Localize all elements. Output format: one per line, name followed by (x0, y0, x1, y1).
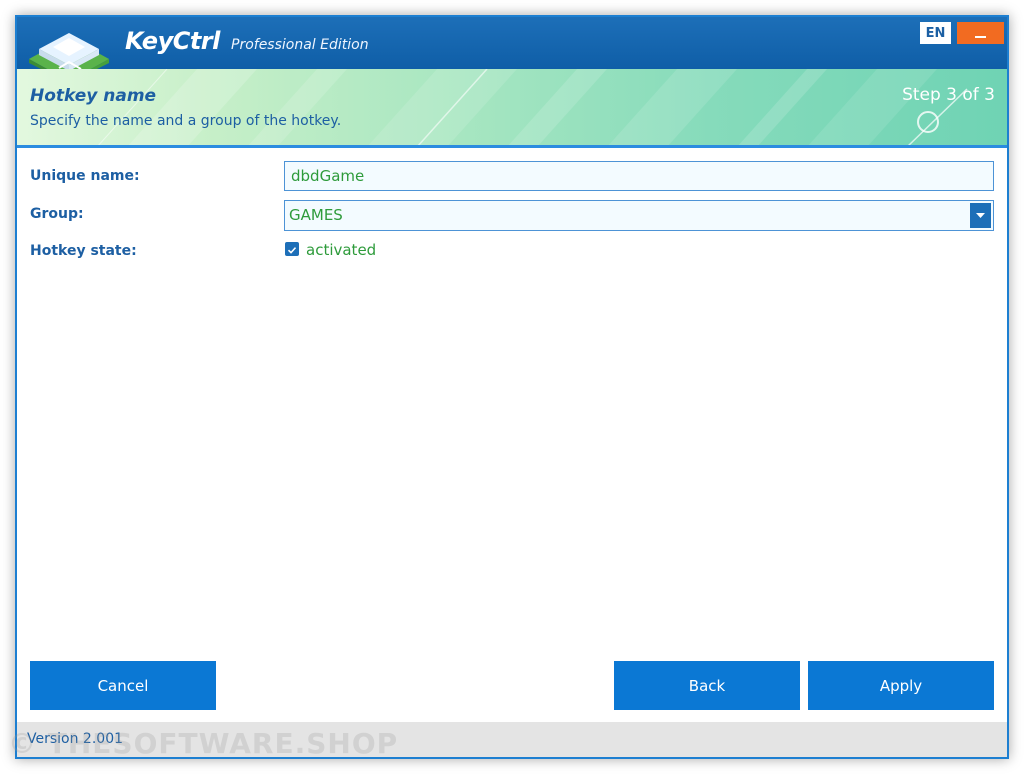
group-select[interactable]: GAMES (284, 200, 994, 231)
step-description: Specify the name and a group of the hotk… (30, 113, 342, 129)
unique-name-label: Unique name: (30, 168, 140, 184)
app-edition: Professional Edition (231, 37, 369, 53)
banner-decoration (96, 69, 968, 147)
watermark: © THESOFTWARE.SHOP (8, 727, 399, 760)
hotkey-state-label: Hotkey state: (30, 243, 137, 259)
hotkey-state-checkbox[interactable] (285, 242, 299, 256)
back-button[interactable]: Back (614, 661, 800, 710)
apply-button[interactable]: Apply (808, 661, 994, 710)
app-name: KeyCtrl (125, 27, 220, 55)
title-bar: KeyCtrl Professional Edition EN (17, 17, 1007, 83)
group-label: Group: (30, 206, 84, 222)
step-title: Hotkey name (30, 86, 157, 106)
banner-divider (17, 145, 1007, 148)
unique-name-input[interactable]: dbdGame (284, 161, 994, 191)
step-indicator: Step 3 of 3 (902, 85, 995, 105)
minimize-button[interactable] (957, 22, 1004, 44)
hotkey-state-checkbox-label[interactable]: activated (306, 241, 376, 259)
app-window: KeyCtrl Professional Edition EN Hotkey n… (15, 15, 1009, 759)
minimize-icon (975, 36, 986, 38)
chevron-down-icon[interactable] (970, 203, 991, 228)
step-banner: Hotkey name Specify the name and a group… (17, 69, 1007, 147)
checkmark-icon (287, 247, 297, 254)
language-button[interactable]: EN (920, 22, 951, 44)
cancel-button[interactable]: Cancel (30, 661, 216, 710)
group-select-value: GAMES (289, 206, 343, 224)
